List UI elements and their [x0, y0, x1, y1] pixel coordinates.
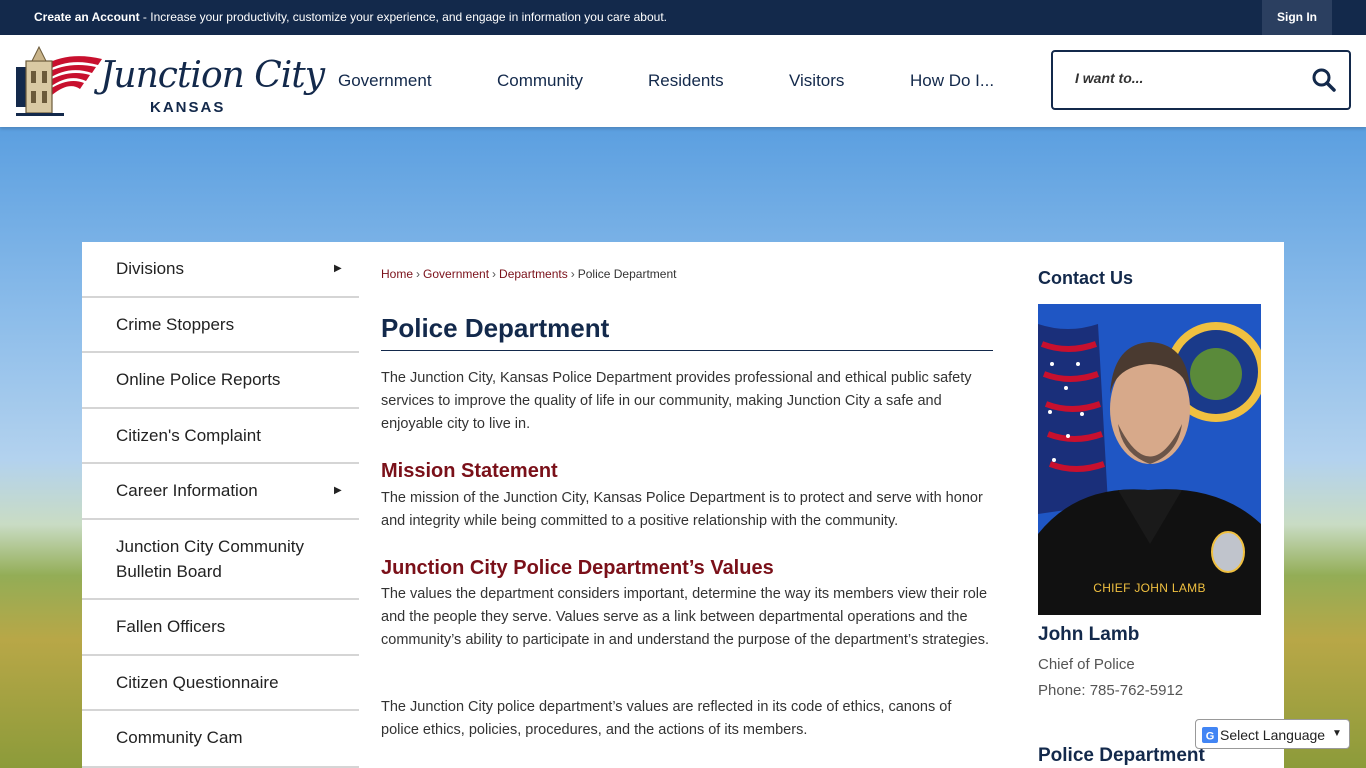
sidebar-item-label: Citizen's Complaint: [116, 426, 261, 445]
site-logo[interactable]: Junction City KANSAS: [14, 43, 325, 119]
nav-residents[interactable]: Residents: [648, 71, 724, 91]
logo-script-text: Junction City: [100, 55, 325, 96]
google-g-icon: G: [1202, 727, 1218, 743]
create-account-message: Create an Account - Increase your produc…: [34, 10, 667, 24]
sidebar-item-community-cam[interactable]: Community Cam: [82, 711, 359, 768]
contact-role: Chief of Police: [1038, 656, 1135, 673]
search-input[interactable]: [1075, 70, 1295, 86]
create-account-text: - Increase your productivity, customize …: [139, 10, 667, 24]
values-paragraph: The values the department considers impo…: [381, 586, 990, 648]
logo-building-flag-icon: [16, 45, 102, 116]
sidebar-item-online-police-reports[interactable]: Online Police Reports: [82, 353, 359, 409]
title-divider: [381, 350, 993, 351]
contact-heading: Contact Us: [1038, 268, 1134, 288]
sidebar-item-label-line2: Bulletin Board: [116, 562, 222, 581]
breadcrumb-separator: ›: [492, 267, 497, 281]
top-bar: Create an Account - Increase your produc…: [0, 0, 1366, 35]
breadcrumb-current: Police Department: [577, 267, 677, 281]
language-select-label: Select Language: [1220, 727, 1326, 743]
breadcrumb-departments[interactable]: Departments: [499, 267, 568, 281]
intro-paragraph: The Junction City, Kansas Police Departm…: [381, 370, 972, 432]
site-header: Junction City KANSAS Government Communit…: [0, 35, 1366, 127]
contact-department-heading: Police Department: [1038, 745, 1205, 766]
mission-paragraph: The mission of the Junction City, Kansas…: [381, 490, 983, 529]
contact-name: John Lamb: [1038, 624, 1140, 645]
sidebar-item-label: Career Information: [116, 481, 258, 500]
breadcrumb-government[interactable]: Government: [423, 267, 489, 281]
svg-text:G: G: [1206, 731, 1215, 743]
sidebar-item-label: Online Police Reports: [116, 370, 281, 389]
search-icon[interactable]: [1311, 67, 1337, 93]
breadcrumb: Home › Government › Departments › Police Depar…: [381, 267, 676, 281]
nav-how-do-i[interactable]: How Do I...: [910, 71, 994, 91]
create-account-link[interactable]: Create an Account: [34, 10, 140, 24]
values-paragraph-2: The Junction City police department’s va…: [381, 699, 952, 738]
chief-photo: CHIEF JOHN LAMB: [1038, 304, 1261, 615]
logo-state-text: KANSAS: [150, 99, 226, 116]
nav-community[interactable]: Community: [497, 71, 583, 91]
chevron-down-icon: ▼: [1332, 728, 1342, 739]
page-title: Police Department: [381, 313, 610, 343]
nav-visitors[interactable]: Visitors: [789, 71, 844, 91]
sidebar-item-fallen-officers[interactable]: Fallen Officers: [82, 600, 359, 656]
sidebar-item-label: Crime Stoppers: [116, 315, 235, 334]
language-select[interactable]: G Select Language ▼: [1195, 719, 1350, 749]
values-heading: Junction City Police Department’s Values: [381, 557, 774, 579]
search-box: [1051, 50, 1351, 110]
sidebar-item-crime-stoppers[interactable]: Crime Stoppers: [82, 298, 359, 353]
sidebar-item-community-bulletin-board[interactable]: Junction City Community Bulletin Board: [82, 520, 359, 600]
sidebar-item-divisions[interactable]: Divisions ▶: [82, 242, 359, 298]
sidebar-item-citizen-questionnaire[interactable]: Citizen Questionnaire: [82, 656, 359, 711]
sidebar-item-label: Divisions: [116, 259, 185, 278]
sidebar-item-label: Community Cam: [116, 728, 243, 747]
nav-government[interactable]: Government: [338, 71, 432, 91]
sidebar-item-label: Fallen Officers: [116, 617, 226, 636]
triangle-right-icon[interactable]: ▶: [334, 263, 342, 274]
photo-caption: CHIEF JOHN LAMB: [1093, 581, 1206, 595]
sign-in-button[interactable]: Sign In: [1262, 0, 1332, 35]
mission-heading: Mission Statement: [381, 460, 558, 482]
breadcrumb-home[interactable]: Home: [381, 267, 413, 281]
breadcrumb-separator: ›: [570, 267, 575, 281]
chief-portrait-image: [1038, 304, 1261, 615]
triangle-right-icon[interactable]: ▶: [334, 485, 342, 496]
sidebar-item-label: Citizen Questionnaire: [116, 673, 279, 692]
sidebar-item-career-information[interactable]: Career Information ▶: [82, 464, 359, 520]
breadcrumb-separator: ›: [416, 267, 421, 281]
sidebar-item-citizens-complaint[interactable]: Citizen's Complaint: [82, 409, 359, 464]
sidebar-item-label: Junction City Community: [116, 537, 305, 556]
contact-phone: Phone: 785-762-5912: [1038, 682, 1184, 699]
